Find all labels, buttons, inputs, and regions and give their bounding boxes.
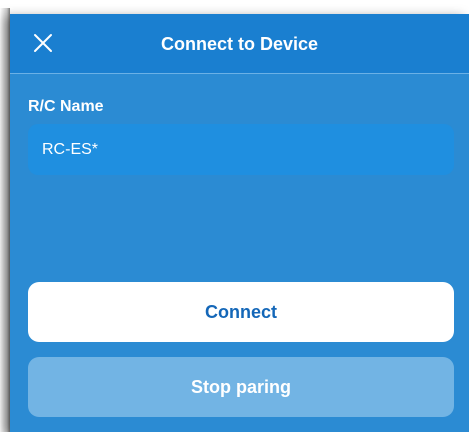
connect-dialog: Connect to Device R/C Name Connect Stop … xyxy=(10,14,469,432)
stop-pairing-button[interactable]: Stop paring xyxy=(28,357,454,417)
close-icon xyxy=(34,34,52,52)
page-title: Connect to Device xyxy=(160,34,319,54)
dialog-header: Connect to Device xyxy=(10,14,469,74)
window-edge-shadow xyxy=(0,8,10,432)
rc-name-label: R/C Name xyxy=(28,98,104,115)
connect-button[interactable]: Connect xyxy=(28,282,454,342)
close-button[interactable] xyxy=(31,31,55,55)
rc-name-input[interactable] xyxy=(28,124,454,175)
